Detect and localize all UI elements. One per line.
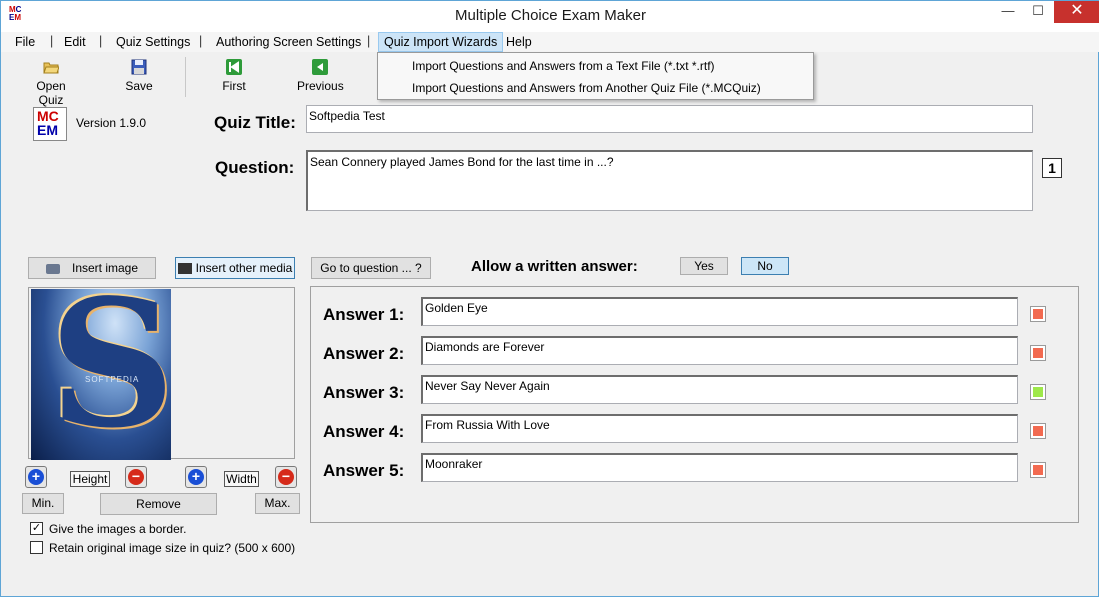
width-label: Width bbox=[224, 471, 259, 487]
quiz-image[interactable]: S SOFTPEDIA bbox=[31, 289, 171, 460]
version-label: Version 1.9.0 bbox=[76, 116, 147, 130]
import-text-file-item[interactable]: Import Questions and Answers from a Text… bbox=[412, 59, 715, 73]
marker-fill bbox=[1033, 426, 1043, 436]
image-watermark: SOFTPEDIA bbox=[85, 375, 140, 384]
first-button[interactable]: First bbox=[219, 59, 249, 93]
wrong-answer-marker[interactable] bbox=[1030, 462, 1046, 478]
window-title: Multiple Choice Exam Maker bbox=[455, 7, 646, 24]
clapperboard-icon bbox=[177, 263, 192, 275]
floppy-disk-icon bbox=[131, 59, 147, 75]
goto-question-button[interactable]: Go to question ... ? bbox=[311, 257, 431, 279]
menu-separator: | bbox=[99, 34, 103, 48]
height-decrease-button[interactable]: − bbox=[125, 466, 147, 488]
retain-size-label: Retain original image size in quiz? (500… bbox=[49, 541, 296, 555]
wrong-answer-marker[interactable] bbox=[1030, 306, 1046, 322]
question-input[interactable]: Sean Connery played James Bond for the l… bbox=[306, 150, 1033, 211]
insert-image-button[interactable]: Insert image bbox=[28, 257, 156, 279]
menu-quiz-settings[interactable]: Quiz Settings bbox=[116, 34, 190, 51]
app-logo: MC EM bbox=[33, 107, 67, 141]
menu-separator: | bbox=[199, 34, 203, 48]
marker-fill bbox=[1033, 309, 1043, 319]
minus-icon: − bbox=[278, 469, 294, 485]
minimize-button[interactable]: — bbox=[993, 1, 1023, 23]
open-folder-icon bbox=[43, 62, 59, 74]
answer-label: Answer 5: bbox=[323, 461, 405, 480]
quiz-title-input[interactable]: Softpedia Test bbox=[306, 105, 1033, 133]
menu-help[interactable]: Help bbox=[506, 34, 532, 51]
quiz-title-label: Quiz Title: bbox=[214, 113, 296, 132]
answer-input[interactable]: Never Say Never Again bbox=[421, 375, 1018, 404]
camera-icon bbox=[45, 263, 60, 274]
plus-icon: + bbox=[188, 469, 204, 485]
height-increase-button[interactable]: + bbox=[25, 466, 47, 488]
previous-label: Previous bbox=[297, 79, 344, 93]
marker-fill bbox=[1033, 387, 1043, 397]
menu-quiz-import-wizards[interactable]: Quiz Import Wizards bbox=[378, 32, 504, 52]
min-button[interactable]: Min. bbox=[22, 493, 64, 514]
max-button[interactable]: Max. bbox=[255, 493, 300, 514]
answer-label: Answer 2: bbox=[323, 344, 405, 363]
written-yes-button[interactable]: Yes bbox=[680, 257, 728, 275]
correct-answer-marker[interactable] bbox=[1030, 384, 1046, 400]
letter-s-graphic: S bbox=[49, 289, 171, 460]
plus-icon: + bbox=[28, 469, 44, 485]
question-number: 1 bbox=[1042, 158, 1062, 178]
title-bar: MC EM Multiple Choice Exam Maker — ☐ ✕ bbox=[1, 1, 1099, 32]
border-label: Give the images a border. bbox=[49, 522, 187, 536]
insert-other-media-label: Insert other media bbox=[195, 261, 293, 275]
width-decrease-button[interactable]: − bbox=[275, 466, 297, 488]
height-label: Height bbox=[70, 471, 110, 487]
import-quiz-file-item[interactable]: Import Questions and Answers from Anothe… bbox=[412, 81, 761, 95]
written-answer-label: Allow a written answer: bbox=[471, 258, 638, 275]
open-quiz-button[interactable]: Open Quiz bbox=[23, 59, 79, 107]
border-checkbox[interactable]: ✓ bbox=[30, 522, 43, 535]
menu-edit[interactable]: Edit bbox=[64, 34, 86, 51]
wrong-answer-marker[interactable] bbox=[1030, 423, 1046, 439]
answer-input[interactable]: Moonraker bbox=[421, 453, 1018, 482]
answer-input[interactable]: Diamonds are Forever bbox=[421, 336, 1018, 365]
logo-bottom: EM bbox=[37, 122, 58, 138]
remove-button[interactable]: Remove bbox=[100, 493, 217, 515]
wrong-answer-marker[interactable] bbox=[1030, 345, 1046, 361]
minus-icon: − bbox=[128, 469, 144, 485]
menu-separator: | bbox=[367, 34, 371, 48]
retain-size-checkbox[interactable] bbox=[30, 541, 43, 554]
toolbar-divider bbox=[185, 57, 186, 97]
answer-label: Answer 1: bbox=[323, 305, 405, 324]
save-button[interactable]: Save bbox=[120, 59, 158, 93]
written-no-button[interactable]: No bbox=[741, 257, 789, 275]
answer-input[interactable]: Golden Eye bbox=[421, 297, 1018, 326]
first-label: First bbox=[222, 79, 246, 93]
first-arrow-icon bbox=[226, 59, 242, 75]
width-increase-button[interactable]: + bbox=[185, 466, 207, 488]
menu-authoring-settings[interactable]: Authoring Screen Settings bbox=[216, 34, 361, 51]
answer-label: Answer 3: bbox=[323, 383, 405, 402]
marker-fill bbox=[1033, 465, 1043, 475]
insert-other-media-button[interactable]: Insert other media bbox=[175, 257, 295, 279]
app-window: MC EM Multiple Choice Exam Maker — ☐ ✕ Fi… bbox=[0, 0, 1099, 597]
previous-button[interactable]: Previous bbox=[297, 59, 344, 93]
import-wizards-dropdown: Import Questions and Answers from a Text… bbox=[377, 52, 814, 100]
close-button[interactable]: ✕ bbox=[1054, 1, 1099, 23]
menu-file[interactable]: File bbox=[15, 34, 35, 51]
previous-arrow-icon bbox=[312, 59, 328, 75]
answer-label: Answer 4: bbox=[323, 422, 405, 441]
save-label: Save bbox=[125, 79, 153, 93]
answer-input[interactable]: From Russia With Love bbox=[421, 414, 1018, 443]
insert-image-label: Insert image bbox=[71, 261, 139, 275]
menu-separator: | bbox=[50, 34, 54, 48]
marker-fill bbox=[1033, 348, 1043, 358]
question-label: Question: bbox=[215, 158, 295, 177]
open-quiz-label: Open Quiz bbox=[36, 79, 66, 107]
maximize-button[interactable]: ☐ bbox=[1023, 1, 1053, 23]
